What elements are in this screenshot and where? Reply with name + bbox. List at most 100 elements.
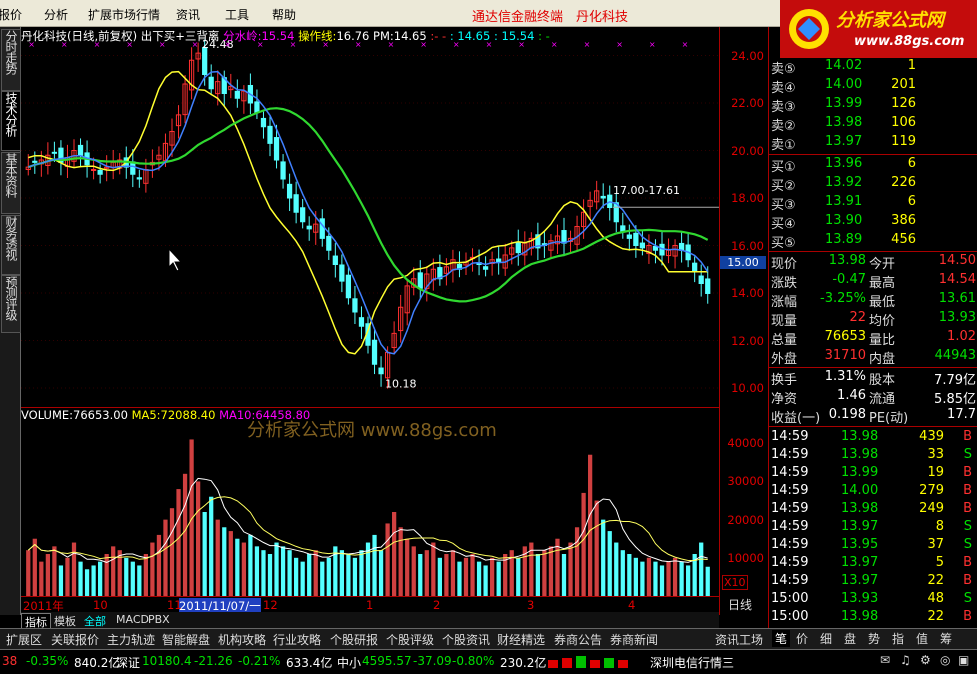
panel-switch-5[interactable]: 指 xyxy=(892,630,904,647)
date-label-1: 10 xyxy=(93,598,108,612)
left-tab-4[interactable]: 预测评级 xyxy=(1,275,21,333)
volume-bar xyxy=(581,492,586,596)
tick-row[interactable]: 15:00 13.93 48 S xyxy=(769,591,977,609)
left-tab-1[interactable]: 技术分析 xyxy=(1,91,21,151)
bottom-tab-2[interactable]: 主力轨迹 xyxy=(107,631,155,648)
menu-item-5[interactable]: 帮助 xyxy=(272,6,296,23)
volume-bar xyxy=(437,557,442,596)
menu-item-1[interactable]: 分析 xyxy=(44,6,68,23)
tick-time: 14:59 xyxy=(771,537,809,552)
volume-bar xyxy=(209,496,214,596)
bottom-tab-3[interactable]: 智能解盘 xyxy=(162,631,210,648)
buy-row[interactable]: 买② 13.92 226 xyxy=(769,175,977,194)
panel-switch-0[interactable]: 笔 xyxy=(772,630,791,647)
tick-volume: 48 xyxy=(927,591,944,606)
window-icon[interactable]: ▣ xyxy=(958,653,969,667)
chart-header: 丹化科技(日线,前复权) 出下买+三背离 分水岭:15.54 操作线:16.76… xyxy=(21,28,550,44)
buy-volume: 456 xyxy=(891,232,916,247)
indicator-tab-4[interactable]: PBX xyxy=(145,613,173,626)
tick-row[interactable]: 15:00 13.98 22 B xyxy=(769,609,977,627)
indicator-tab-2[interactable]: 全部 xyxy=(81,613,109,629)
logo-banner: 分析家公式网 www.88gs.com xyxy=(780,0,977,59)
sell-row[interactable]: 卖④ 14.00 201 xyxy=(769,77,977,96)
buy-row[interactable]: 买④ 13.90 386 xyxy=(769,213,977,232)
candle-body xyxy=(482,266,489,270)
tick-price: 13.98 xyxy=(841,447,879,462)
left-tab-2[interactable]: 基本资料 xyxy=(1,152,21,214)
volume-bar xyxy=(568,542,573,596)
panel-switch-1[interactable]: 价 xyxy=(796,630,808,647)
quote-label: 最高 xyxy=(869,276,896,291)
mail-icon[interactable]: ✉ xyxy=(880,653,890,667)
volume-bar xyxy=(313,550,318,596)
panel-switch-6[interactable]: 值 xyxy=(916,630,928,647)
volume-bar xyxy=(424,550,429,596)
panel-switch-7[interactable]: 筹 xyxy=(940,630,952,647)
menu-item-2[interactable]: 扩展市场行情 xyxy=(88,6,160,23)
tick-row[interactable]: 14:59 13.98 439 B xyxy=(769,429,977,447)
tick-volume: 33 xyxy=(927,447,944,462)
ma-line-blue xyxy=(28,70,709,355)
connect-icon[interactable]: ◎ xyxy=(940,653,950,667)
volume-bar xyxy=(398,527,403,596)
tick-row[interactable]: 14:59 13.98 249 B xyxy=(769,501,977,519)
buy-label: 买⑤ xyxy=(771,236,796,251)
sell-label: 卖③ xyxy=(771,100,796,115)
bottom-tab-5[interactable]: 行业攻略 xyxy=(273,631,321,648)
tick-row[interactable]: 14:59 13.97 22 B xyxy=(769,573,977,591)
tick-volume: 22 xyxy=(927,609,944,624)
tick-side: B xyxy=(963,573,972,588)
bottom-tab-6[interactable]: 个股研报 xyxy=(330,631,378,648)
volume-bar xyxy=(646,557,652,596)
sell-label: 卖② xyxy=(771,119,796,134)
bottom-tab-12[interactable]: 资讯工场 xyxy=(715,631,763,648)
panel-switch-2[interactable]: 细 xyxy=(820,630,832,647)
sell-row[interactable]: 卖① 13.97 119 xyxy=(769,134,977,153)
sell-row[interactable]: 卖⑤ 14.02 1 xyxy=(769,58,977,77)
menu-item-3[interactable]: 资讯 xyxy=(176,6,200,23)
left-tab-0[interactable]: 分时走势 xyxy=(1,29,21,91)
menu-item-0[interactable]: 报价 xyxy=(0,6,22,23)
tick-row[interactable]: 14:59 13.95 37 S xyxy=(769,537,977,555)
tick-row[interactable]: 14:59 14.00 279 B xyxy=(769,483,977,501)
menu-item-4[interactable]: 工具 xyxy=(225,6,249,23)
tick-row[interactable]: 14:59 13.99 19 B xyxy=(769,465,977,483)
bottom-tab-4[interactable]: 机构攻略 xyxy=(218,631,266,648)
tick-row[interactable]: 14:59 13.97 5 B xyxy=(769,555,977,573)
volume-bar xyxy=(124,557,129,596)
volume-pane[interactable]: VOLUME:76653.00 MA5:72088.40 MA10:64458.… xyxy=(21,408,719,596)
czx-label: 操作线: xyxy=(298,29,337,43)
volume-label: VOLUME: xyxy=(21,408,74,422)
buy-volume: 386 xyxy=(891,213,916,228)
tick-row[interactable]: 14:59 13.97 8 S xyxy=(769,519,977,537)
bottom-tab-11[interactable]: 券商新闻 xyxy=(610,631,658,648)
bottom-tab-8[interactable]: 个股资讯 xyxy=(442,631,490,648)
buy-label: 买④ xyxy=(771,217,796,232)
panel-switch-3[interactable]: 盘 xyxy=(844,630,856,647)
kline-chart[interactable]: 24.48 10.18 17.00-17.61 × × × × × × × × × × × × × × × × × × ×… xyxy=(21,27,719,408)
period-label[interactable]: 日线 xyxy=(728,596,752,613)
volume-icon[interactable]: ♫ xyxy=(900,653,911,667)
buy-row[interactable]: 买③ 13.91 6 xyxy=(769,194,977,213)
bottom-tab-7[interactable]: 个股评级 xyxy=(386,631,434,648)
quote-value: 22 xyxy=(849,310,866,325)
settings-icon[interactable]: ⚙ xyxy=(920,653,931,667)
bottom-tab-9[interactable]: 财经精选 xyxy=(497,631,545,648)
buy-row[interactable]: 买① 13.96 6 xyxy=(769,156,977,175)
indicator-tab-1[interactable]: 模板 xyxy=(51,613,79,629)
volume-bar xyxy=(588,454,593,596)
bottom-tab-1[interactable]: 关联报价 xyxy=(51,631,99,648)
buy-row[interactable]: 买⑤ 13.89 456 xyxy=(769,232,977,251)
sell-row[interactable]: 卖③ 13.99 126 xyxy=(769,96,977,115)
volume-tick-1: 30000 xyxy=(727,474,764,489)
panel-switch-4[interactable]: 势 xyxy=(868,630,880,647)
sell-row[interactable]: 卖② 13.98 106 xyxy=(769,115,977,134)
bottom-tab-0[interactable]: 扩展区 xyxy=(6,631,42,648)
status-server[interactable]: 深圳电信行情三 xyxy=(650,654,734,671)
price-tick-1: 22.00 xyxy=(731,96,764,110)
left-tab-3[interactable]: 财务透视 xyxy=(1,215,21,275)
tick-row[interactable]: 14:59 13.98 33 S xyxy=(769,447,977,465)
signal-marker: × xyxy=(616,40,623,49)
volume-bar xyxy=(215,519,220,596)
bottom-tab-10[interactable]: 券商公告 xyxy=(554,631,602,648)
